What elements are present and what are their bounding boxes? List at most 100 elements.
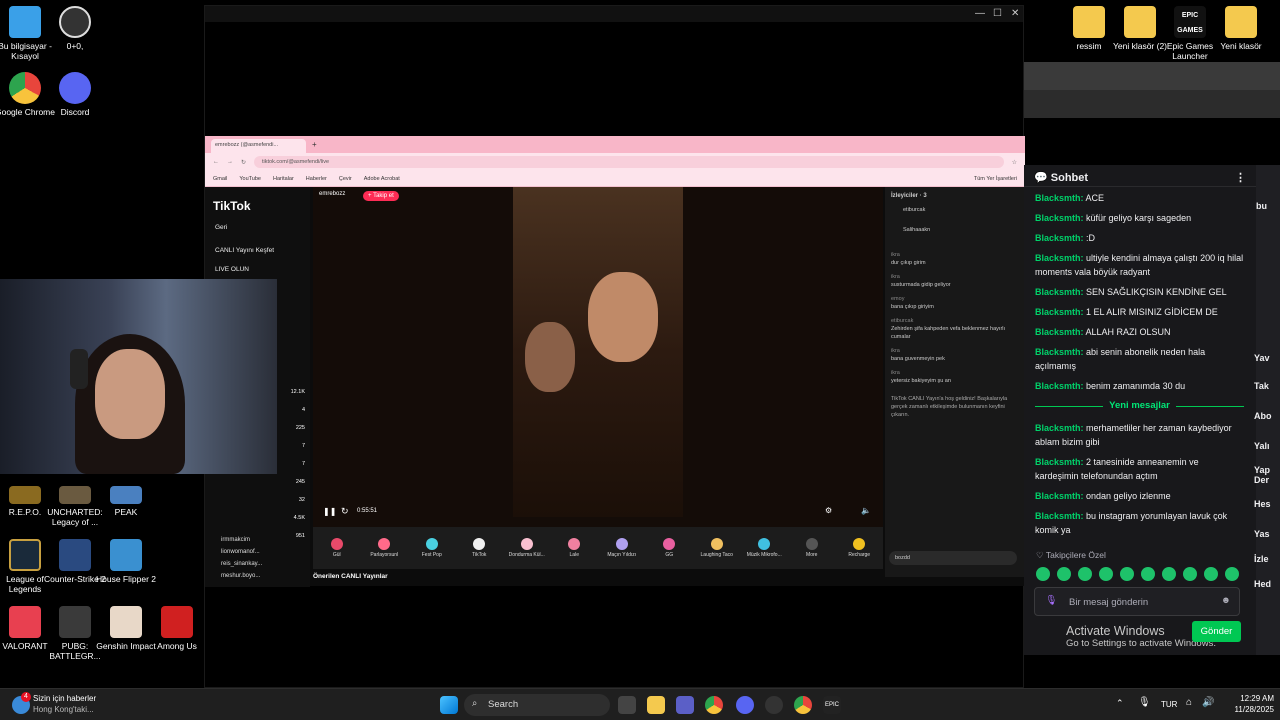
- gift-item[interactable]: Dondurma Kül...: [505, 538, 549, 558]
- chrome-profile-taskbar-icon[interactable]: [794, 696, 812, 714]
- task-view-icon[interactable]: [618, 696, 636, 714]
- bookmark-translate[interactable]: Çevir: [339, 176, 352, 182]
- network-icon[interactable]: ⌂: [1186, 697, 1192, 708]
- follow-button[interactable]: + Takip et: [363, 191, 399, 201]
- taskbar-clock[interactable]: 12:29 AM 11/28/2025: [1222, 693, 1274, 715]
- volume-tray-icon[interactable]: 🔊: [1202, 697, 1214, 708]
- desktop-icon-among-us[interactable]: Among Us: [145, 606, 209, 651]
- gift-item[interactable]: Maçın Yıldızı: [600, 538, 644, 558]
- language-indicator[interactable]: TUR: [1161, 700, 1177, 709]
- all-bookmarks[interactable]: Tüm Yer İşaretleri: [974, 176, 1017, 182]
- file-explorer-icon[interactable]: [647, 696, 665, 714]
- chat-username[interactable]: Blacksmth:: [1035, 381, 1084, 391]
- nav-go-live[interactable]: LIVE OLUN: [215, 266, 249, 273]
- chat-user[interactable]: ikra: [891, 252, 900, 258]
- forward-icon[interactable]: →: [227, 159, 233, 165]
- microphone-icon[interactable]: 🎙: [1045, 595, 1057, 606]
- back-icon[interactable]: ←: [213, 159, 219, 165]
- emote-icon[interactable]: [1057, 567, 1071, 581]
- epic-games-taskbar-icon[interactable]: EPIC: [823, 696, 841, 714]
- desktop-icon-yeni-klasor[interactable]: Yeni klasör: [1209, 6, 1273, 51]
- gift-item[interactable]: Parlayorsunl: [362, 538, 406, 558]
- chevron-up-icon[interactable]: ⌃: [1116, 698, 1124, 709]
- emote-icon[interactable]: [1204, 567, 1218, 581]
- bookmark-gmail[interactable]: Gmail: [213, 176, 227, 182]
- settings-icon[interactable]: ⚙: [825, 506, 832, 515]
- microphone-tray-icon[interactable]: 🎙: [1138, 697, 1151, 708]
- browser-tab[interactable]: emrebozz (@asmefendi...: [211, 139, 306, 153]
- chat-username[interactable]: Blacksmth:: [1035, 193, 1084, 203]
- volume-icon[interactable]: 🔈: [861, 506, 871, 515]
- desktop-icon-house-flipper[interactable]: House Flipper 2: [94, 539, 158, 584]
- chat-user[interactable]: ikra: [891, 274, 900, 280]
- tiktok-chat-input[interactable]: bozdd: [889, 551, 1017, 565]
- minimize-button[interactable]: —: [975, 8, 985, 19]
- gift-item[interactable]: Fest Pop: [410, 538, 454, 558]
- chat-user[interactable]: ikra: [891, 348, 900, 354]
- emote-icon[interactable]: [1162, 567, 1176, 581]
- more-options-icon[interactable]: ⋮: [1235, 171, 1246, 184]
- chat-username[interactable]: Blacksmth:: [1035, 213, 1084, 223]
- teams-icon[interactable]: [676, 696, 694, 714]
- bookmark-maps[interactable]: Haritalar: [273, 176, 294, 182]
- refresh-icon[interactable]: ↻: [341, 506, 349, 517]
- send-button[interactable]: Gönder: [1192, 621, 1241, 642]
- maximize-button[interactable]: ☐: [993, 8, 1002, 19]
- streamer-name[interactable]: emrebozz: [319, 191, 345, 197]
- chat-user[interactable]: etiburcak: [891, 318, 913, 324]
- windows-start-icon[interactable]: [440, 696, 458, 714]
- bookmark-acrobat[interactable]: Adobe Acrobat: [364, 176, 400, 182]
- discord-taskbar-icon[interactable]: [736, 696, 754, 714]
- recharge-button[interactable]: Recharge: [837, 538, 881, 558]
- live-list-item[interactable]: meshur.boyo...: [221, 573, 310, 579]
- tiktok-logo[interactable]: TikTok: [213, 199, 251, 213]
- chat-user[interactable]: ikra: [891, 370, 900, 376]
- emote-icon[interactable]: [1225, 567, 1239, 581]
- desktop-icon-obs[interactable]: 0+0,: [43, 6, 107, 51]
- desktop-icon-discord[interactable]: Discord: [43, 72, 107, 117]
- nav-explore-live[interactable]: CANLI Yayını Keşfet: [215, 247, 274, 254]
- gift-item[interactable]: GG: [647, 538, 691, 558]
- pause-icon[interactable]: ❚❚: [323, 507, 336, 516]
- emote-icon[interactable]: [1183, 567, 1197, 581]
- chrome-taskbar-icon[interactable]: [705, 696, 723, 714]
- emote-icon[interactable]: [1099, 567, 1113, 581]
- close-button[interactable]: ✕: [1011, 8, 1019, 19]
- chat-username[interactable]: Blacksmth:: [1035, 307, 1084, 317]
- news-widget[interactable]: Sizin için haberler Hong Kong'taki...: [33, 693, 96, 715]
- taskbar-search[interactable]: ⌕ Search: [464, 694, 610, 716]
- nav-back[interactable]: Geri: [215, 224, 227, 231]
- emote-icon[interactable]: [1120, 567, 1134, 581]
- emote-icon[interactable]: [1141, 567, 1155, 581]
- chat-username[interactable]: Blacksmth:: [1035, 457, 1084, 467]
- chat-username[interactable]: Blacksmth:: [1035, 491, 1084, 501]
- chat-username[interactable]: Blacksmth:: [1035, 253, 1084, 263]
- reload-icon[interactable]: ↻: [241, 159, 246, 166]
- gift-more[interactable]: More: [790, 538, 834, 558]
- emote-icon[interactable]: [1036, 567, 1050, 581]
- bookmark-news[interactable]: Haberler: [306, 176, 327, 182]
- gift-item[interactable]: Gül: [315, 538, 359, 558]
- chat-username[interactable]: Blacksmth:: [1035, 423, 1084, 433]
- chat-username[interactable]: Blacksmth:: [1035, 347, 1084, 357]
- chat-username[interactable]: Blacksmth:: [1035, 287, 1084, 297]
- new-tab-icon[interactable]: +: [312, 140, 317, 149]
- gift-item[interactable]: Laughing Taco: [695, 538, 739, 558]
- chat-message-input[interactable]: 🎙 Bir mesaj gönderin ☻: [1034, 587, 1240, 616]
- chat-user[interactable]: emoy: [891, 296, 904, 302]
- url-input[interactable]: tiktok.com/@asmefendi/live: [254, 156, 1004, 168]
- emote-picker-icon[interactable]: ☻: [1221, 595, 1231, 606]
- gift-item[interactable]: Lale: [552, 538, 596, 558]
- live-video[interactable]: emrebozz + Takip et ❚❚ ↻ 0:55:51 ⚙ 🔈: [313, 187, 883, 527]
- live-list-item[interactable]: reis_sinankay...: [221, 561, 310, 567]
- chat-username[interactable]: Blacksmth:: [1035, 327, 1084, 337]
- obs-taskbar-icon[interactable]: [765, 696, 783, 714]
- desktop-icon-peak[interactable]: PEAK: [94, 486, 158, 517]
- chat-username[interactable]: Blacksmth:: [1035, 511, 1084, 521]
- chat-username[interactable]: Blacksmth:: [1035, 233, 1084, 243]
- star-icon[interactable]: ☆: [1012, 159, 1017, 166]
- live-list-item[interactable]: lionwomanof...: [221, 549, 310, 555]
- gift-item[interactable]: TikTok: [457, 538, 501, 558]
- top-viewer[interactable]: Salihaaakn: [885, 217, 1025, 249]
- top-viewer[interactable]: etiburcak: [885, 203, 1025, 217]
